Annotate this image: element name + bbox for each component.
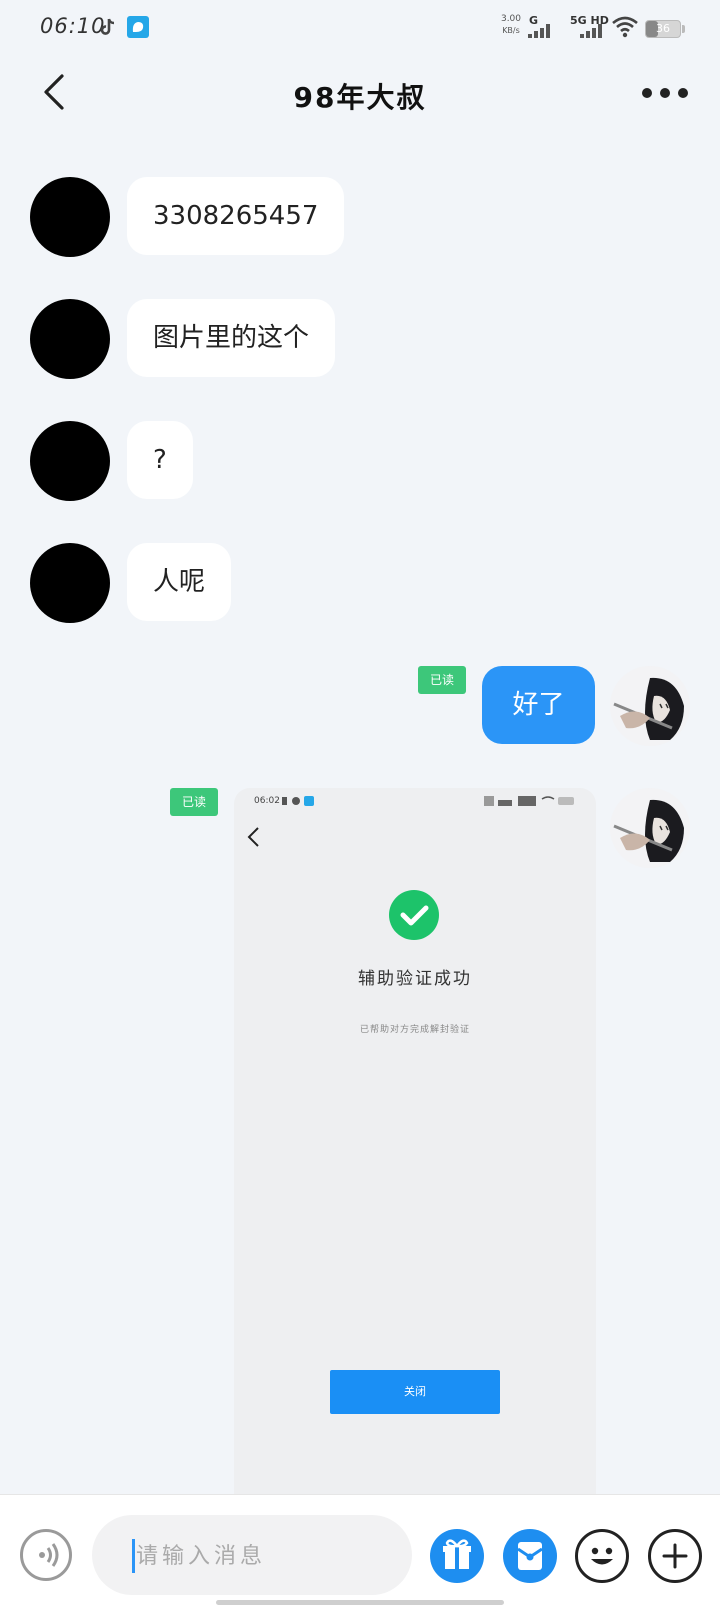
red-packet-icon[interactable] — [503, 1529, 557, 1583]
read-receipt-badge: 已读 — [418, 666, 466, 694]
battery-icon: 36 — [645, 20, 681, 38]
screenshot-success-subtitle: 已帮助对方完成解封验证 — [359, 1025, 470, 1035]
contact-avatar[interactable] — [30, 177, 110, 257]
incoming-message[interactable]: 图片里的这个 — [127, 299, 336, 377]
network-speed: 3.00 KB/s — [500, 14, 522, 35]
signal-icon — [528, 24, 550, 38]
screenshot-back-icon — [247, 827, 259, 847]
wifi-icon — [612, 16, 638, 38]
outgoing-message[interactable]: 好了 — [482, 666, 595, 744]
chat-title: 98年大叔 — [293, 81, 427, 114]
message-input-bar: 请输入消息 — [0, 1494, 720, 1612]
image-message[interactable]: 06:02 辅助验证成功 已帮助对方完成解封验证 关闭 — [234, 788, 596, 1496]
contact-avatar[interactable] — [30, 543, 110, 623]
status-time: 06:10 — [40, 14, 106, 38]
message-input[interactable]: 请输入消息 — [92, 1515, 412, 1595]
contact-avatar[interactable] — [30, 299, 110, 379]
screenshot-status-time: 06:02 — [254, 796, 280, 806]
home-indicator[interactable] — [216, 1600, 504, 1605]
screenshot-status-icons — [484, 796, 574, 806]
incoming-message[interactable]: ? — [127, 421, 193, 499]
emoji-icon[interactable] — [575, 1529, 629, 1583]
user-avatar-art-icon — [610, 666, 690, 746]
text-caret — [132, 1539, 135, 1573]
signal-5g-icon — [580, 24, 602, 38]
more-icon[interactable] — [640, 84, 690, 100]
check-icon — [389, 890, 439, 940]
screenshot-close-button: 关闭 — [330, 1370, 500, 1414]
screenshot-success-title: 辅助验证成功 — [358, 969, 472, 989]
user-avatar-art-icon — [610, 788, 690, 868]
contact-avatar[interactable] — [30, 421, 110, 501]
app-notification-icon — [127, 16, 149, 38]
read-receipt-badge: 已读 — [170, 788, 218, 816]
status-bar: 06:10 3.00 KB/s G 5G HD 36 — [0, 0, 720, 56]
incoming-message[interactable]: 3308265457 — [127, 177, 345, 255]
incoming-message[interactable]: 人呢 — [127, 543, 232, 621]
battery-level: 36 — [656, 22, 670, 35]
screenshot-notification-icons — [282, 796, 314, 806]
gift-icon[interactable] — [430, 1529, 484, 1583]
user-avatar[interactable] — [610, 788, 690, 868]
voice-icon[interactable] — [20, 1529, 72, 1581]
tiktok-notification-icon — [100, 18, 115, 35]
user-avatar[interactable] — [610, 666, 690, 746]
plus-icon[interactable] — [648, 1529, 702, 1583]
message-input-placeholder: 请输入消息 — [136, 1544, 267, 1569]
chat-header: 98年大叔 — [0, 56, 720, 128]
